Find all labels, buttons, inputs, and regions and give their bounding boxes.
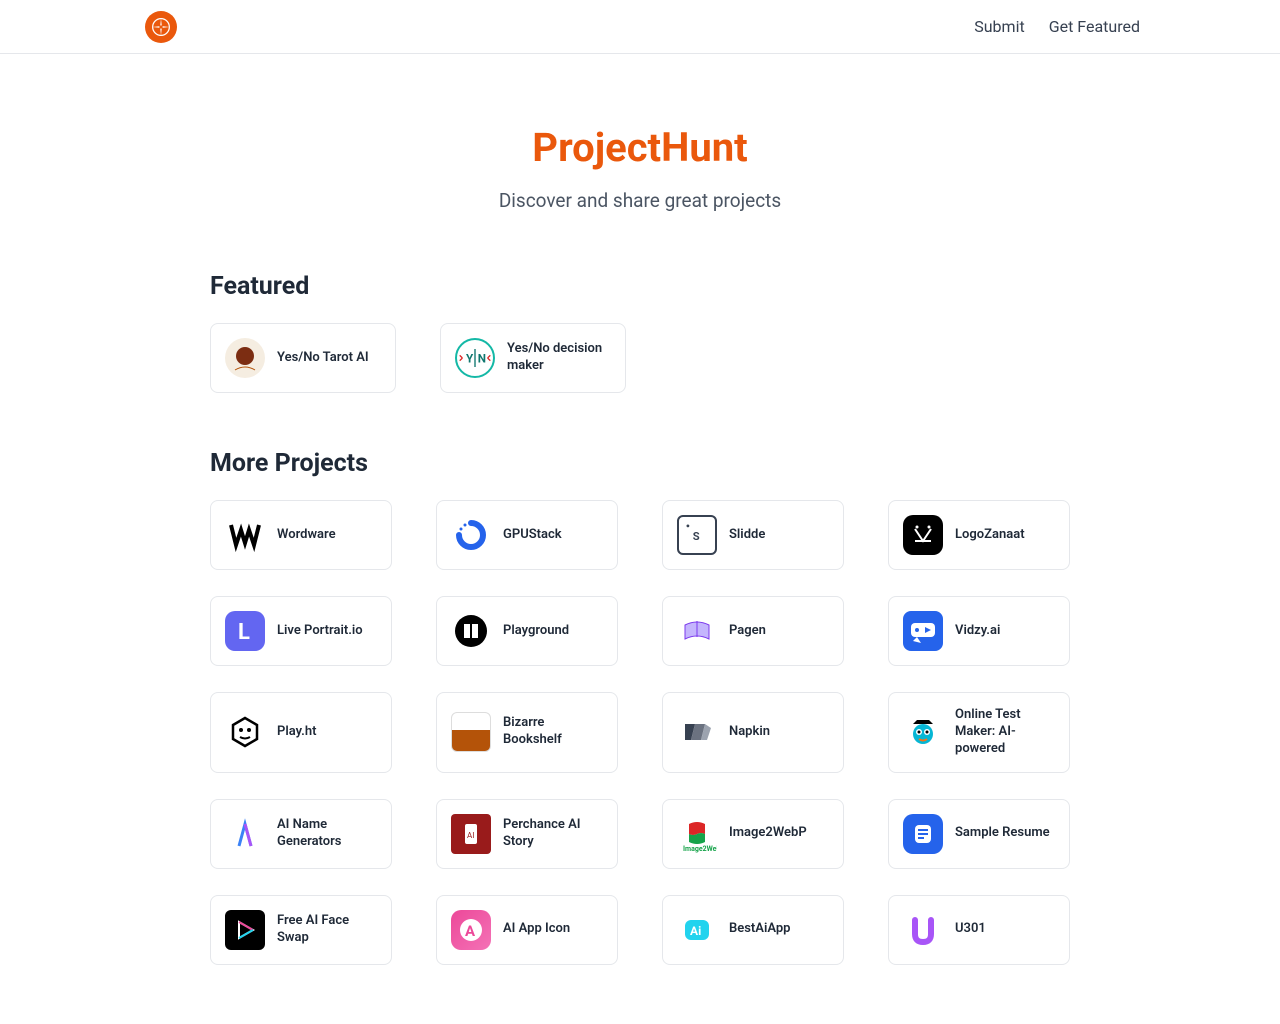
project-card[interactable]: Napkin xyxy=(662,692,844,773)
more-projects-section: More Projects Wordware xyxy=(210,449,1070,965)
svg-text:N: N xyxy=(478,352,486,366)
project-card[interactable]: Free AI Face Swap xyxy=(210,895,392,965)
project-card[interactable]: AI Name Generators xyxy=(210,799,392,869)
featured-section: Featured Yes/No Tarot AI Y N xyxy=(210,272,1070,393)
perchance-icon: AI xyxy=(451,814,491,854)
featured-card[interactable]: Y N Yes/No decision maker xyxy=(440,323,626,393)
featured-grid: Yes/No Tarot AI Y N Yes/No decision make… xyxy=(210,323,1070,393)
main-content: ProjectHunt Discover and share great pro… xyxy=(190,54,1090,965)
card-title: Perchance AI Story xyxy=(503,817,603,851)
bestaiapp-icon: Ai xyxy=(677,910,717,950)
hero: ProjectHunt Discover and share great pro… xyxy=(210,54,1070,272)
card-title: LogoZanaat xyxy=(955,527,1025,544)
project-card[interactable]: U301 xyxy=(888,895,1070,965)
card-title: Image2WebP xyxy=(729,825,807,842)
napkin-icon xyxy=(677,712,717,752)
svg-text:S: S xyxy=(693,530,700,543)
section-title-more: More Projects xyxy=(210,449,1070,478)
playht-icon xyxy=(225,712,265,752)
card-title: U301 xyxy=(955,921,986,938)
slidde-icon: S xyxy=(677,515,717,555)
svg-text:Image2WebP: Image2WebP xyxy=(683,845,717,853)
card-title: Play.ht xyxy=(277,724,317,741)
svg-text:Y: Y xyxy=(466,352,474,366)
card-title: Playground xyxy=(503,623,569,640)
card-title: Yes/No decision maker xyxy=(507,341,611,375)
liveportrait-icon: L xyxy=(225,611,265,651)
project-card[interactable]: Ai BestAiApp xyxy=(662,895,844,965)
vidzy-icon xyxy=(903,611,943,651)
card-title: Free AI Face Swap xyxy=(277,913,377,947)
header: Submit Get Featured xyxy=(0,0,1280,54)
yn-icon: Y N xyxy=(455,338,495,378)
project-card[interactable]: Sample Resume xyxy=(888,799,1070,869)
compass-icon xyxy=(151,17,171,37)
faceswap-icon xyxy=(225,910,265,950)
card-title: BestAiApp xyxy=(729,921,791,938)
svg-text:L: L xyxy=(238,620,250,645)
project-card[interactable]: Wordware xyxy=(210,500,392,570)
card-title: Napkin xyxy=(729,724,770,741)
card-title: Yes/No Tarot AI xyxy=(277,350,369,367)
project-card[interactable]: Pagen xyxy=(662,596,844,666)
project-card[interactable]: GPUStack xyxy=(436,500,618,570)
card-title: GPUStack xyxy=(503,527,562,544)
card-title: Sample Resume xyxy=(955,825,1050,842)
project-card[interactable]: Bizarre Bookshelf xyxy=(436,692,618,773)
playground-icon xyxy=(451,611,491,651)
hero-title: ProjectHunt xyxy=(210,124,1070,171)
logozanaat-icon xyxy=(903,515,943,555)
card-title: Wordware xyxy=(277,527,336,544)
project-card[interactable]: Vidzy.ai xyxy=(888,596,1070,666)
project-card[interactable]: Play.ht xyxy=(210,692,392,773)
project-card[interactable]: Online Test Maker: AI-powered xyxy=(888,692,1070,773)
tarot-icon xyxy=(225,338,265,378)
card-title: AI Name Generators xyxy=(277,817,377,851)
featured-card[interactable]: Yes/No Tarot AI xyxy=(210,323,396,393)
project-card[interactable]: Image2WebP Image2WebP xyxy=(662,799,844,869)
bizarre-icon xyxy=(451,712,491,752)
project-card[interactable]: AI Perchance AI Story xyxy=(436,799,618,869)
ainame-icon xyxy=(225,814,265,854)
card-title: Bizarre Bookshelf xyxy=(503,715,603,749)
project-card[interactable]: A AI App Icon xyxy=(436,895,618,965)
card-title: Vidzy.ai xyxy=(955,623,1000,640)
aiappicon-icon: A xyxy=(451,910,491,950)
project-card[interactable]: Playground xyxy=(436,596,618,666)
card-title: Online Test Maker: AI-powered xyxy=(955,707,1055,758)
u301-icon xyxy=(903,910,943,950)
section-title-featured: Featured xyxy=(210,272,1070,301)
card-title: AI App Icon xyxy=(503,921,570,938)
card-title: Pagen xyxy=(729,623,766,640)
project-card[interactable]: L Live Portrait.io xyxy=(210,596,392,666)
testmaker-icon xyxy=(903,712,943,752)
image2webp-icon: Image2WebP xyxy=(677,814,717,854)
hero-subtitle: Discover and share great projects xyxy=(210,189,1070,212)
projects-grid: Wordware GPUStack xyxy=(210,500,1070,965)
nav-submit[interactable]: Submit xyxy=(974,17,1024,36)
card-title: Live Portrait.io xyxy=(277,623,363,640)
sampleresume-icon xyxy=(903,814,943,854)
card-title: Slidde xyxy=(729,527,765,544)
site-logo[interactable] xyxy=(145,11,177,43)
wordware-icon xyxy=(225,515,265,555)
gpustack-icon xyxy=(451,515,491,555)
nav-get-featured[interactable]: Get Featured xyxy=(1049,17,1140,36)
pagen-icon xyxy=(677,611,717,651)
project-card[interactable]: S Slidde xyxy=(662,500,844,570)
svg-text:Ai: Ai xyxy=(690,924,701,938)
project-card[interactable]: LogoZanaat xyxy=(888,500,1070,570)
nav-links: Submit Get Featured xyxy=(974,17,1140,36)
svg-text:AI: AI xyxy=(467,831,474,840)
svg-text:A: A xyxy=(465,922,476,940)
